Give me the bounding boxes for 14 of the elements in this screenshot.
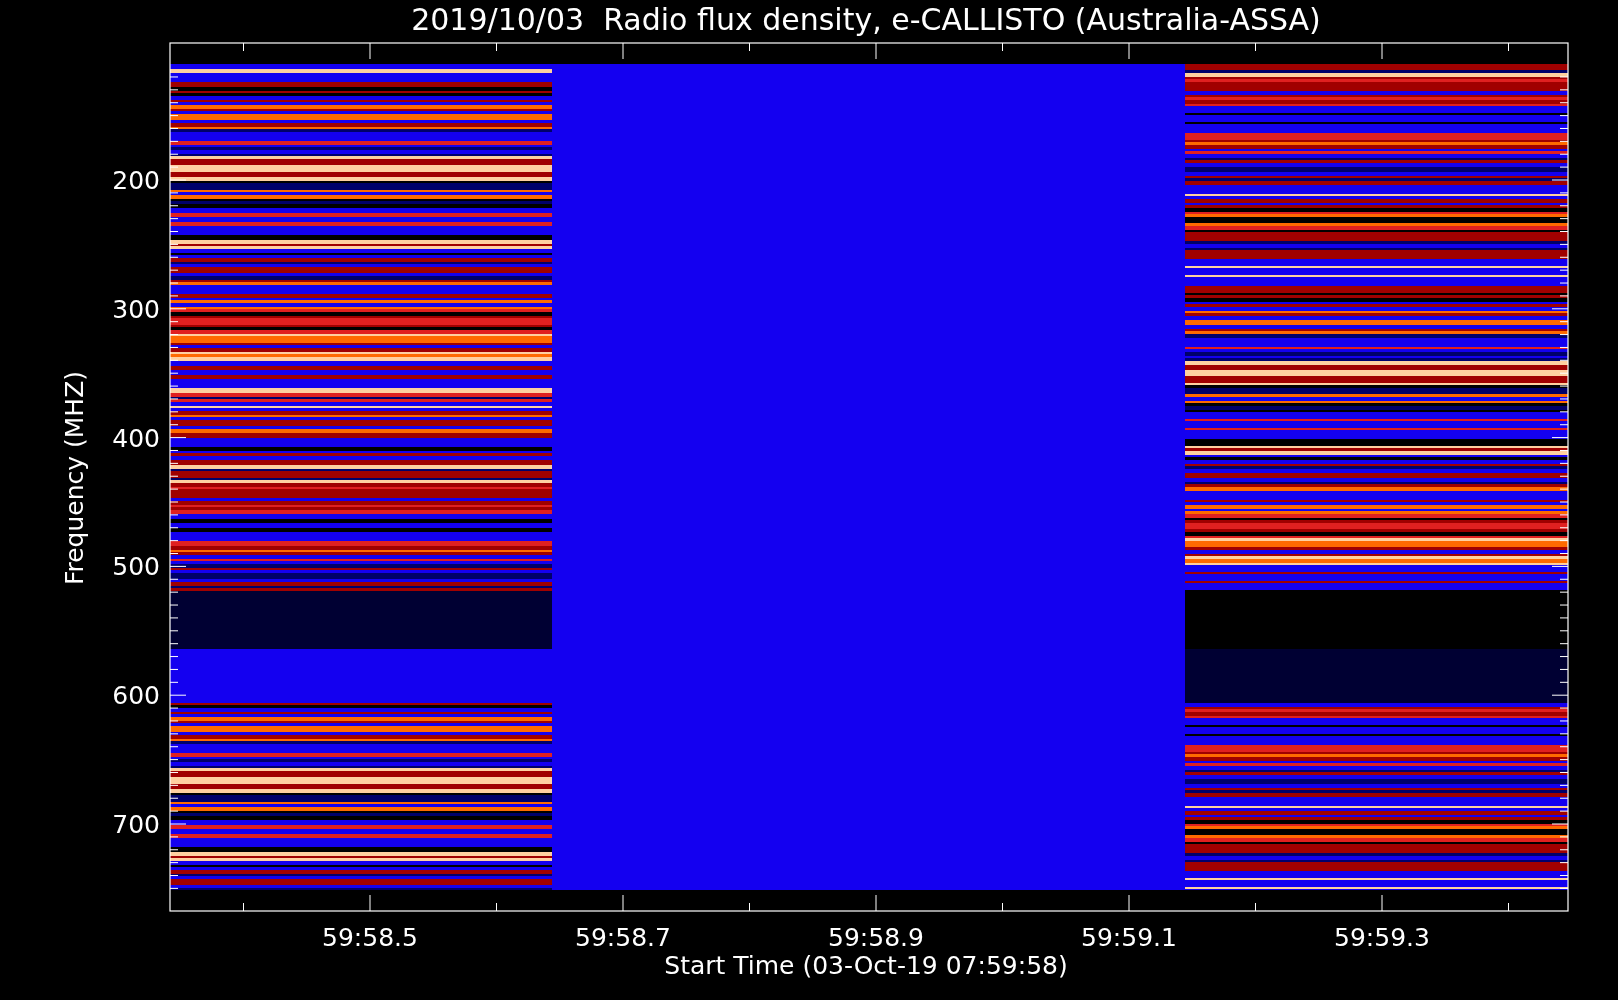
x-tick-label: 59:58.5 <box>322 923 418 952</box>
x-tick-label: 59:58.9 <box>828 923 924 952</box>
y-tick-label: 400 <box>112 423 160 453</box>
y-tick-label: 500 <box>112 552 160 582</box>
y-tick-label: 700 <box>112 810 160 839</box>
x-tick-label: 59:59.3 <box>1334 923 1430 952</box>
chart-title: 2019/10/03 Radio flux density, e-CALLISTO (Australia-ASSA) <box>411 2 1321 37</box>
y-tick-label: 300 <box>112 294 160 324</box>
y-tick-label: 200 <box>112 166 160 195</box>
y-tick-label: 600 <box>112 681 160 711</box>
x-tick-label: 59:59.1 <box>1081 923 1177 952</box>
x-tick-label: 59:58.7 <box>575 923 671 952</box>
x-axis-label: Start Time (03-Oct-19 07:59:58) <box>664 951 1068 980</box>
y-axis-label: Frequency (MHZ) <box>60 370 89 586</box>
